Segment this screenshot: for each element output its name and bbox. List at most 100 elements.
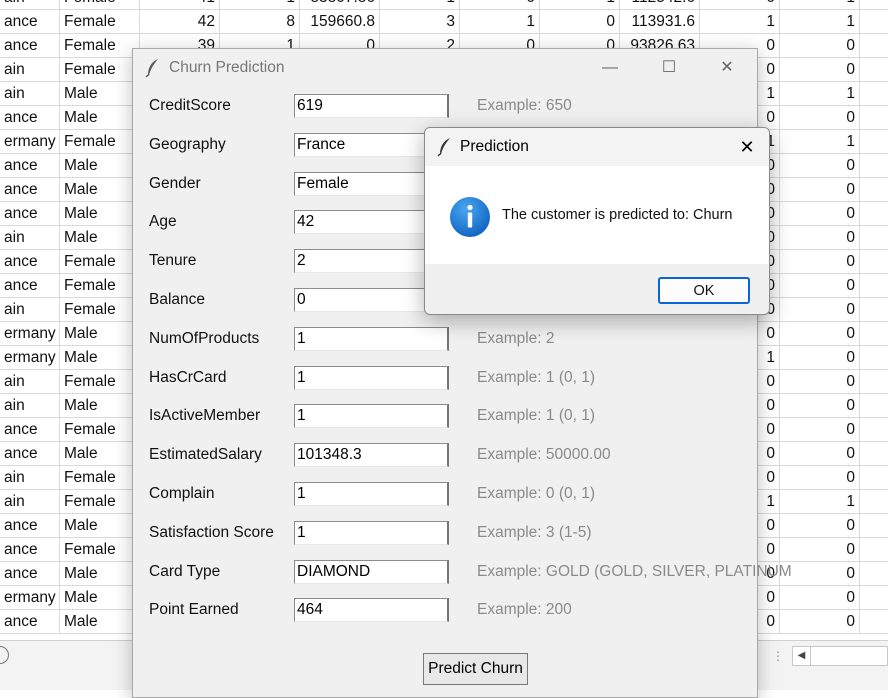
table-cell[interactable]: 0 (780, 298, 860, 322)
table-cell[interactable]: ain (0, 394, 60, 418)
table-cell[interactable]: Female (60, 466, 140, 490)
table-cell[interactable]: ain (0, 82, 60, 106)
table-cell[interactable]: Female (60, 370, 140, 394)
table-cell[interactable]: ain (0, 0, 60, 10)
scroll-left-arrow-icon[interactable]: ◀ (793, 647, 811, 665)
table-cell[interactable]: Female (60, 58, 140, 82)
table-cell[interactable]: ance (0, 202, 60, 226)
table-cell[interactable]: Male (60, 514, 140, 538)
table-cell[interactable]: 41 (140, 0, 220, 10)
table-cell[interactable]: 1 (780, 0, 860, 10)
field-input[interactable] (294, 404, 449, 429)
table-cell[interactable]: 1 (220, 0, 300, 10)
table-cell[interactable]: Male (60, 82, 140, 106)
table-cell[interactable]: ance (0, 106, 60, 130)
table-cell[interactable]: ain (0, 490, 60, 514)
table-cell[interactable]: ance (0, 250, 60, 274)
table-cell[interactable]: Male (60, 226, 140, 250)
table-cell[interactable]: 83807.86 (300, 0, 380, 10)
field-input[interactable] (294, 598, 449, 623)
dialog-titlebar[interactable]: Prediction ✕ (425, 128, 769, 166)
table-cell[interactable]: 1 (780, 82, 860, 106)
table-cell[interactable]: Female (60, 10, 140, 34)
horizontal-scrollbar[interactable]: ◀ (792, 646, 888, 666)
table-cell[interactable]: 0 (780, 514, 860, 538)
table-row[interactable]: ance Female 42 8 159660.8 3 1 0 113931.6 1 1 (0, 10, 888, 34)
table-cell[interactable]: ance (0, 610, 60, 634)
table-cell[interactable]: 0 (780, 250, 860, 274)
table-cell[interactable]: 0 (780, 370, 860, 394)
table-cell[interactable]: ance (0, 154, 60, 178)
table-cell[interactable]: Female (60, 34, 140, 58)
table-cell[interactable]: Female (60, 250, 140, 274)
table-cell[interactable]: 0 (780, 202, 860, 226)
table-cell[interactable]: 0 (700, 0, 780, 10)
table-cell[interactable]: Male (60, 586, 140, 610)
table-cell[interactable]: 42 (140, 10, 220, 34)
table-cell[interactable]: 112542.6 (620, 0, 700, 10)
dialog-close-button[interactable]: ✕ (727, 128, 767, 166)
field-input[interactable] (294, 365, 449, 390)
table-cell[interactable]: ain (0, 466, 60, 490)
table-cell[interactable]: Male (60, 346, 140, 370)
table-cell[interactable]: ain (0, 298, 60, 322)
table-cell[interactable]: ance (0, 34, 60, 58)
ok-button[interactable]: OK (658, 277, 750, 304)
predict-churn-button[interactable]: Predict Churn (423, 653, 528, 685)
table-cell[interactable]: Female (60, 130, 140, 154)
table-cell[interactable]: ermany (0, 322, 60, 346)
table-cell[interactable]: Male (60, 610, 140, 634)
table-cell[interactable]: 1 (780, 490, 860, 514)
table-cell[interactable]: Female (60, 538, 140, 562)
table-cell[interactable]: Male (60, 178, 140, 202)
table-cell[interactable]: ermany (0, 130, 60, 154)
table-cell[interactable]: 0 (780, 34, 860, 58)
field-input[interactable] (294, 559, 449, 584)
table-cell[interactable]: 0 (780, 346, 860, 370)
close-button[interactable]: ✕ (704, 49, 750, 87)
maximize-button[interactable]: ☐ (646, 49, 692, 87)
window-titlebar[interactable]: Churn Prediction — ☐ ✕ (133, 49, 757, 87)
table-cell[interactable]: 113931.6 (620, 10, 700, 34)
table-cell[interactable]: ance (0, 514, 60, 538)
table-cell[interactable]: Male (60, 154, 140, 178)
table-cell[interactable]: Male (60, 202, 140, 226)
table-cell[interactable]: ermany (0, 346, 60, 370)
table-cell[interactable]: ance (0, 418, 60, 442)
minimize-button[interactable]: — (587, 49, 633, 87)
table-cell[interactable]: 0 (780, 466, 860, 490)
table-cell[interactable]: Female (60, 0, 140, 10)
table-cell[interactable]: Male (60, 394, 140, 418)
table-cell[interactable]: 0 (780, 106, 860, 130)
table-cell[interactable]: 1 (700, 10, 780, 34)
table-cell[interactable]: 0 (780, 178, 860, 202)
table-cell[interactable]: 3 (380, 10, 460, 34)
table-cell[interactable]: ain (0, 226, 60, 250)
table-cell[interactable]: ance (0, 538, 60, 562)
table-cell[interactable]: 0 (780, 58, 860, 82)
field-input[interactable] (294, 94, 449, 118)
table-cell[interactable]: Female (60, 274, 140, 298)
table-cell[interactable]: Male (60, 322, 140, 346)
table-cell[interactable]: Female (60, 418, 140, 442)
table-cell[interactable]: 8 (220, 10, 300, 34)
table-cell[interactable]: 0 (460, 0, 540, 10)
table-cell[interactable]: 1 (540, 0, 620, 10)
table-cell[interactable]: 0 (780, 154, 860, 178)
table-cell[interactable]: 159660.8 (300, 10, 380, 34)
table-row[interactable]: ainFemale41183807.86101112542.601 (0, 0, 888, 10)
table-cell[interactable]: 0 (780, 562, 860, 586)
table-cell[interactable]: Female (60, 490, 140, 514)
table-cell[interactable]: ance (0, 562, 60, 586)
table-cell[interactable]: 0 (780, 538, 860, 562)
table-cell[interactable]: Male (60, 442, 140, 466)
table-cell[interactable]: 0 (780, 274, 860, 298)
table-cell[interactable]: Male (60, 106, 140, 130)
field-input[interactable] (294, 443, 449, 468)
field-input[interactable] (294, 482, 449, 506)
table-cell[interactable]: 1 (780, 130, 860, 154)
table-cell[interactable]: 0 (780, 394, 860, 418)
table-cell[interactable]: 0 (780, 226, 860, 250)
table-cell[interactable]: ermany (0, 586, 60, 610)
table-cell[interactable]: 0 (540, 10, 620, 34)
